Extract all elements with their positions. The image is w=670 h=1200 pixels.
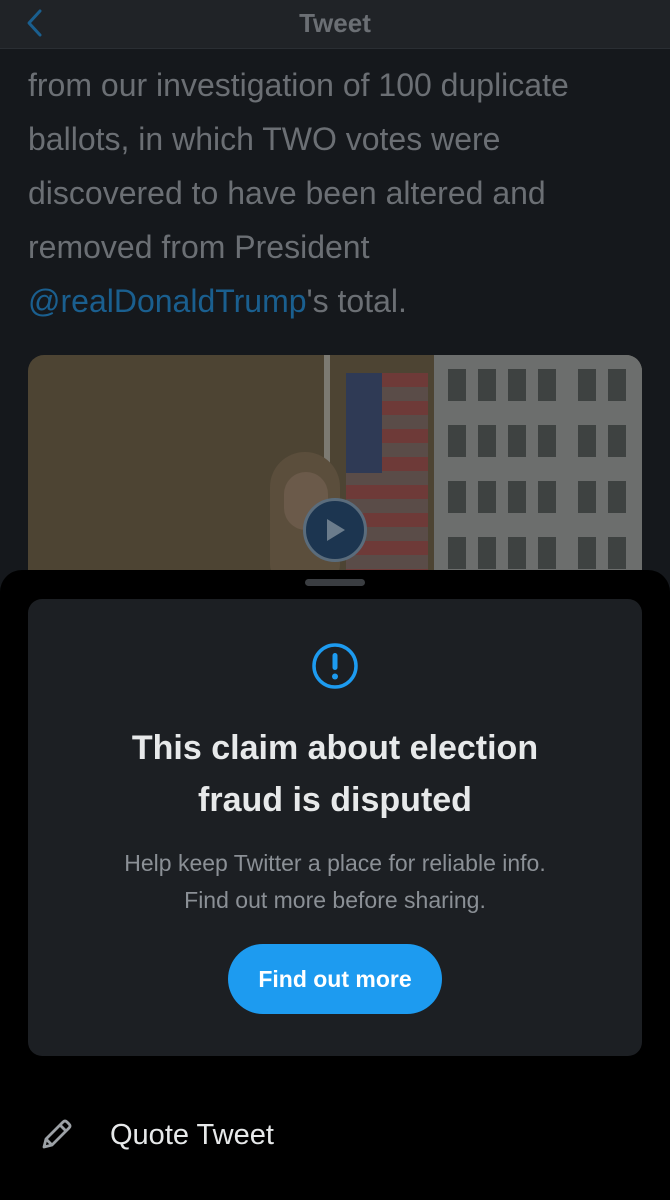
quote-tweet-button[interactable]: Quote Tweet <box>0 1096 670 1176</box>
warning-title-line: fraud is disputed <box>198 781 472 819</box>
user-mention-link[interactable]: @realDonaldTrump <box>28 283 307 319</box>
sheet-drag-handle[interactable] <box>305 579 365 586</box>
warning-title-line: This claim about election <box>131 729 539 767</box>
navigation-bar: Tweet <box>0 0 670 49</box>
find-out-more-button[interactable]: Find out more <box>228 944 442 1014</box>
warning-title: This claim about election fraud is dispu… <box>28 722 642 826</box>
warning-description-line: Find out more before sharing. <box>184 887 486 913</box>
pencil-icon <box>42 1119 72 1149</box>
tweet-body: from our investigation of 100 duplicate … <box>28 58 648 328</box>
tweet-line-mention: @realDonaldTrump's total. <box>28 274 648 328</box>
tweet-line: ballots, in which TWO votes were <box>28 121 501 157</box>
page-title: Tweet <box>299 8 371 38</box>
warning-description: Help keep Twitter a place for reliable i… <box>28 845 642 919</box>
mention-suffix: 's total. <box>306 283 407 319</box>
quote-tweet-label: Quote Tweet <box>110 1119 274 1151</box>
play-button[interactable] <box>303 498 367 562</box>
tweet-line: from our investigation of 100 duplicate <box>28 67 569 103</box>
exclamation-circle-icon <box>312 643 358 689</box>
tweet-line: removed from President <box>28 229 370 265</box>
warning-description-line: Help keep Twitter a place for reliable i… <box>124 850 546 876</box>
play-icon <box>327 519 345 541</box>
tweet-line: discovered to have been altered and <box>28 175 546 211</box>
